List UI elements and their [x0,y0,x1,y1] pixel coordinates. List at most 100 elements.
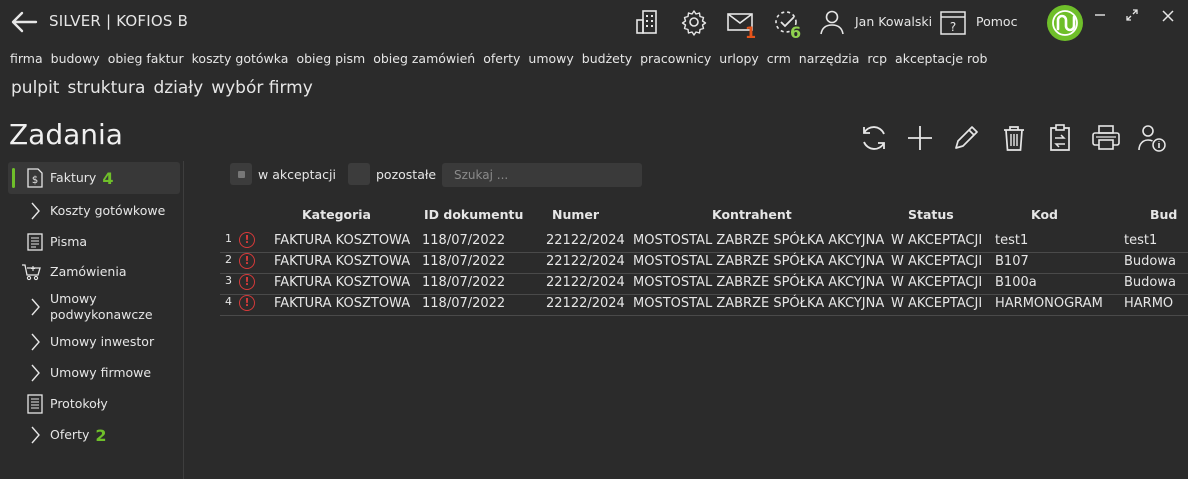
warning-icon: ! [239,295,255,311]
column-header-status[interactable]: Status [908,207,954,222]
column-header-id-dokumentu[interactable]: ID dokumentu [424,207,523,222]
cell-id-dokumentu: 118/07/2022 [422,275,506,290]
subnav-item-dzialy[interactable]: działy [153,78,203,98]
search-input[interactable] [442,163,642,187]
nav-item-umowy[interactable]: umowy [528,50,577,70]
active-indicator [12,168,15,188]
sidebar-item-umowy-inwestor[interactable]: Umowy inwestor [8,327,180,357]
tasks-badge: 6 [790,23,802,42]
app-logo [1047,5,1083,41]
user-name[interactable]: Jan Kowalski [855,14,932,29]
sidebar-item-label: Umowy podwykonawcze [50,291,153,322]
close-icon[interactable] [1160,8,1176,24]
sidebar-item-protokoly[interactable]: Protokoły [8,389,180,419]
nav-item-koszty-gotowka[interactable]: koszty gotówka [192,50,293,70]
column-header-numer[interactable]: Numer [552,207,599,222]
cell-status: W AKCEPTACJI [891,296,983,311]
cell-kontrahent: MOSTOSTAL ZABRZE SPÓŁKA AKCYJNA [633,233,885,248]
nav-item-oferty[interactable]: oferty [483,50,524,70]
column-header-kategoria[interactable]: Kategoria [302,207,371,222]
nav-item-firma[interactable]: firma [10,50,47,70]
sidebar-item-oferty[interactable]: Oferty 2 [8,420,180,450]
subnav-item-pulpit[interactable]: pulpit [11,78,59,98]
nav-item-obieg-pism[interactable]: obieg pism [296,50,369,70]
sidebar-divider [183,161,184,479]
tasks-table: Kategoria ID dokumentu Numer Kontrahent … [220,204,1188,324]
sidebar: $ Faktury 4 Koszty gotówkowe Pisma Zamów… [8,161,182,479]
sidebar-item-faktury[interactable]: $ Faktury 4 [8,162,180,194]
subnav-item-wybor-firmy[interactable]: wybór firmy [211,78,313,98]
cell-numer: 22122/2024 [546,296,625,311]
svg-text:$: $ [32,175,38,186]
sidebar-item-label: Oferty [50,427,90,442]
edit-pencil-icon[interactable] [950,122,982,154]
nav-item-budowy[interactable]: budowy [51,50,104,70]
cell-numer: 22122/2024 [546,275,625,290]
column-header-kod[interactable]: Kod [1031,207,1058,222]
nav-item-narzedzia[interactable]: narzędzia [799,50,864,70]
cell-kategoria: FAKTURA KOSZTOWA [274,233,411,248]
nav-item-obieg-zamowien[interactable]: obieg zamówień [373,50,479,70]
nav-item-pracownicy[interactable]: pracownicy [640,50,715,70]
sidebar-item-label: Zamówienia [50,264,127,279]
cell-numer: 22122/2024 [546,233,625,248]
cell-kontrahent: MOSTOSTAL ZABRZE SPÓŁKA AKCYJNA [633,275,885,290]
cell-kod: B107 [995,254,1029,269]
user-info-icon[interactable] [1136,122,1168,154]
chevron-right-icon [24,202,46,220]
cell-kategoria: FAKTURA KOSZTOWA [274,275,411,290]
table-row[interactable]: 2 ! FAKTURA KOSZTOWA 118/07/2022 22122/2… [220,252,1188,274]
table-row[interactable]: 3 ! FAKTURA KOSZTOWA 118/07/2022 22122/2… [220,273,1188,295]
checkbox-indeterminate-mark [238,171,245,178]
warning-icon: ! [239,274,255,290]
cell-status: W AKCEPTACJI [891,254,983,269]
subnav-item-struktura[interactable]: struktura [67,78,145,98]
nav-item-akceptacje-rob[interactable]: akceptacje rob [895,50,991,70]
nav-item-rcp[interactable]: rcp [867,50,891,70]
cell-kontrahent: MOSTOSTAL ZABRZE SPÓŁKA AKCYJNA [633,254,885,269]
help-label[interactable]: Pomoc [976,14,1017,29]
help-icon[interactable]: ? [940,11,966,35]
column-header-budowa[interactable]: Bud [1150,207,1177,222]
cell-id-dokumentu: 118/07/2022 [422,233,506,248]
others-checkbox[interactable] [348,163,370,185]
warning-icon: ! [239,232,255,248]
user-icon[interactable] [818,8,846,36]
row-number: 1 [225,232,232,245]
cell-status: W AKCEPTACJI [891,275,983,290]
mail-badge: 1 [745,23,757,42]
clipboard-transfer-icon[interactable] [1044,122,1076,154]
settings-gear-icon[interactable] [680,8,708,36]
cell-status: W AKCEPTACJI [891,233,983,248]
cell-budowa: test1 [1124,233,1158,248]
nav-item-urlopy[interactable]: urlopy [719,50,763,70]
minimize-icon[interactable] [1093,8,1107,22]
maximize-icon[interactable] [1125,8,1139,22]
chevron-right-icon [24,333,46,351]
sidebar-item-umowy-podwykonawcze[interactable]: Umowy podwykonawcze [8,289,180,325]
nav-item-obieg-faktur[interactable]: obieg faktur [108,50,188,70]
sidebar-item-label: Koszty gotówkowe [50,203,166,218]
svg-text:?: ? [950,20,956,34]
in-acceptance-checkbox[interactable] [230,163,252,185]
building-icon[interactable] [634,8,662,36]
cell-kod: test1 [995,233,1029,248]
sidebar-item-koszty-gotowkowe[interactable]: Koszty gotówkowe [8,196,180,226]
cell-kod: HARMONOGRAM [995,296,1103,311]
add-icon[interactable] [904,122,936,154]
cell-kategoria: FAKTURA KOSZTOWA [274,296,411,311]
nav-item-budzety[interactable]: budżety [582,50,636,70]
refresh-icon[interactable] [858,122,890,154]
print-icon[interactable] [1090,122,1122,154]
sidebar-item-pisma[interactable]: Pisma [8,227,180,257]
trash-icon[interactable] [998,122,1030,154]
column-header-kontrahent[interactable]: Kontrahent [712,207,792,222]
sidebar-item-umowy-firmowe[interactable]: Umowy firmowe [8,358,180,388]
nav-item-crm[interactable]: crm [767,50,795,70]
sidebar-item-label: Umowy inwestor [50,334,155,349]
back-arrow-icon[interactable] [10,10,38,34]
table-row[interactable]: 1 ! FAKTURA KOSZTOWA 118/07/2022 22122/2… [220,231,1188,253]
sidebar-item-zamowienia[interactable]: Zamówienia [8,257,180,287]
table-row[interactable]: 4 ! FAKTURA KOSZTOWA 118/07/2022 22122/2… [220,294,1188,316]
cell-budowa: HARMO [1124,296,1174,311]
